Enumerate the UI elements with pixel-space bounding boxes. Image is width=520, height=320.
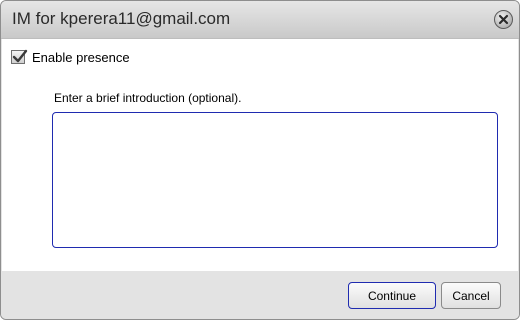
- dialog-titlebar[interactable]: IM for kperera11@gmail.com: [1, 1, 519, 39]
- dialog-footer: Continue Cancel: [1, 271, 519, 319]
- enable-presence-label[interactable]: Enable presence: [32, 50, 130, 65]
- close-icon[interactable]: [494, 10, 513, 29]
- dialog-body: Enable presence Enter a brief introducti…: [2, 39, 518, 271]
- introduction-label: Enter a brief introduction (optional).: [54, 91, 242, 105]
- dialog-title: IM for kperera11@gmail.com: [12, 9, 231, 28]
- enable-presence-checkbox[interactable]: [11, 49, 28, 64]
- introduction-textarea[interactable]: [52, 112, 498, 248]
- continue-button[interactable]: Continue: [348, 282, 436, 309]
- im-dialog: IM for kperera11@gmail.com Enable presen…: [0, 0, 520, 320]
- checkmark-icon: [12, 49, 28, 63]
- cancel-button[interactable]: Cancel: [441, 282, 501, 309]
